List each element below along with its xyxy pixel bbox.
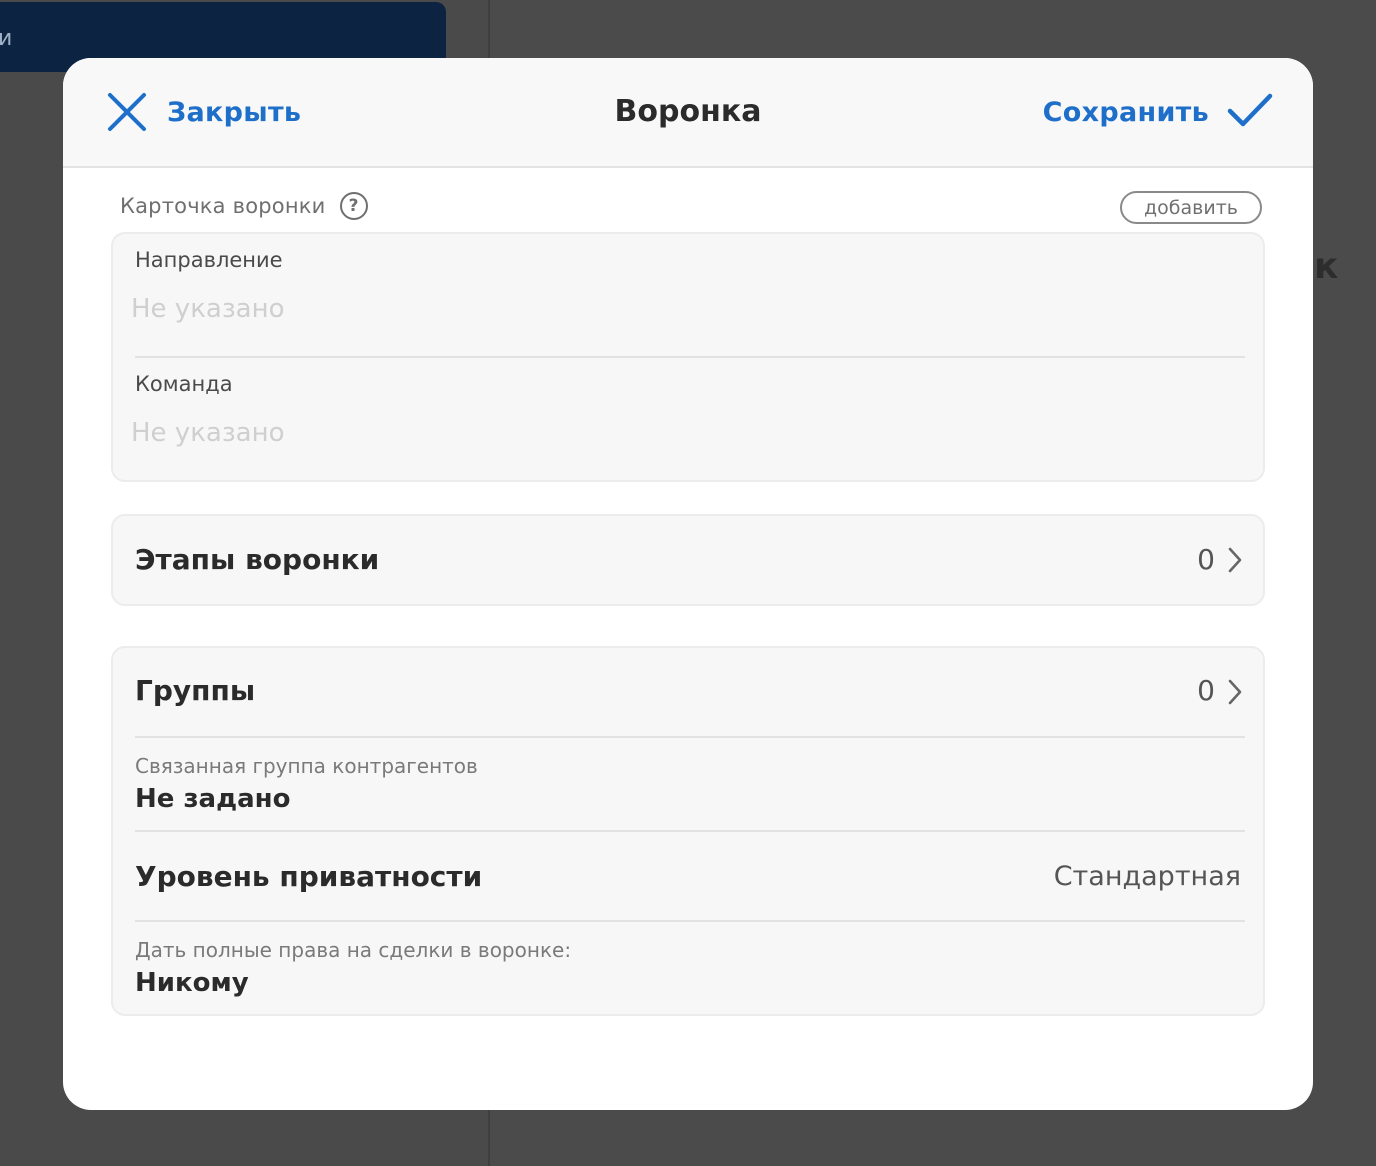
full-rights-value: Никому [135,968,249,998]
groups-count: 0 [1197,674,1215,707]
funnel-card-label: Карточка воронки [120,194,326,218]
chevron-right-icon [1227,546,1243,578]
save-button[interactable]: Сохранить [1043,90,1273,134]
linked-group-value: Не задано [135,784,291,814]
privacy-level-row[interactable]: Уровень приватности Стандартная [113,832,1263,920]
help-icon[interactable]: ? [339,192,368,220]
privacy-level-label: Уровень приватности [135,860,483,893]
direction-label: Направление [135,248,283,272]
team-label: Команда [135,372,233,396]
chevron-right-icon [1227,678,1243,710]
groups-title: Группы [135,674,256,707]
funnel-card: Направление Не указано Команда Не указан… [111,232,1265,482]
check-icon [1227,92,1273,132]
save-label: Сохранить [1042,96,1209,128]
direction-field[interactable]: Не указано [131,294,285,324]
funnel-card-header: Карточка воронки ? [120,192,368,220]
full-rights-label: Дать полные права на сделки в воронке: [135,938,572,962]
background-topbar-text: и [0,26,13,51]
linked-group-row[interactable]: Связанная группа контрагентов Не задано [113,738,1263,830]
team-field[interactable]: Не указано [131,418,285,448]
add-button[interactable]: добавить [1120,191,1262,224]
funnel-stages-title: Этапы воронки [135,543,380,576]
background-right-text: к [1314,246,1339,287]
modal-header: Закрыть Воронка Сохранить [63,58,1313,168]
linked-group-label: Связанная группа контрагентов [135,754,478,778]
groups-card: Группы 0 Связанная группа контрагентов Н… [111,646,1265,1016]
funnel-stages-row[interactable]: Этапы воронки 0 [111,514,1265,606]
funnel-modal: Закрыть Воронка Сохранить Карточка ворон… [63,58,1313,1110]
full-rights-row[interactable]: Дать полные права на сделки в воронке: Н… [113,922,1263,1014]
groups-row[interactable]: Группы 0 [113,648,1263,736]
funnel-stages-count: 0 [1197,543,1215,576]
privacy-level-value: Стандартная [1053,861,1241,892]
divider [135,356,1245,358]
